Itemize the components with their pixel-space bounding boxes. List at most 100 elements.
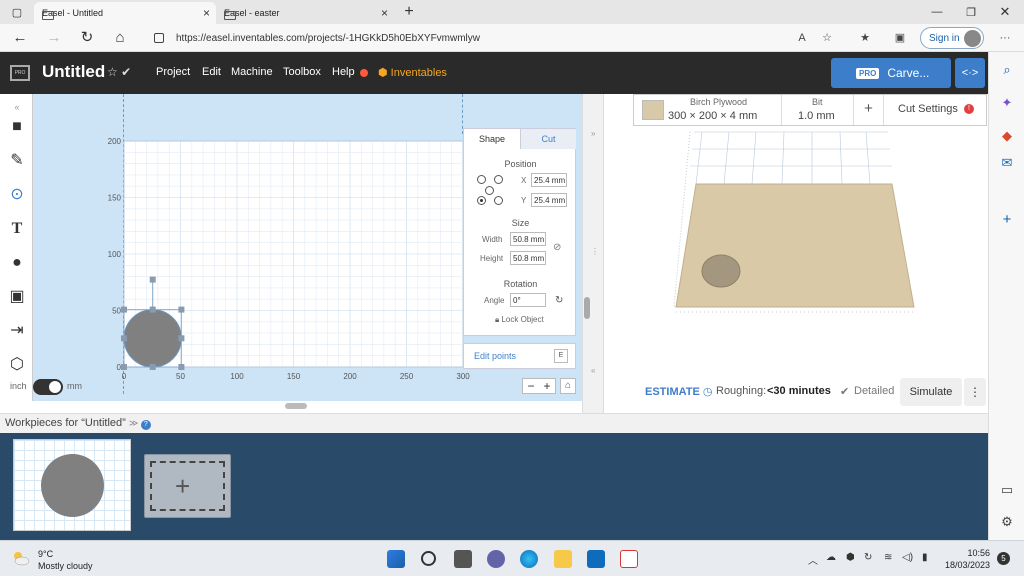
inventables-link[interactable]: ⬢ Inventables — [378, 66, 447, 79]
easel-logo[interactable]: PRO — [10, 65, 30, 81]
close-tab-icon[interactable]: × — [203, 6, 210, 20]
collections-icon[interactable]: ▣ — [893, 31, 907, 45]
vertical-scrollbar[interactable] — [584, 297, 590, 319]
edge-taskbar-icon[interactable] — [520, 550, 538, 568]
width-field[interactable] — [510, 232, 546, 246]
restore-button[interactable]: ❐ — [954, 0, 988, 24]
add-workpiece-button[interactable]: + — [144, 454, 231, 518]
favorite-star-icon[interactable]: ☆ ✔ — [107, 65, 131, 79]
mail-icon[interactable] — [587, 550, 605, 568]
search-taskbar-icon[interactable] — [421, 551, 436, 566]
lock-object-toggle[interactable]: 🔒︎ Lock Object — [495, 315, 544, 325]
anchor-radio-br[interactable] — [494, 196, 503, 205]
angle-field[interactable] — [510, 293, 546, 307]
anchor-radio-tl[interactable] — [477, 175, 486, 184]
x-position-field[interactable] — [531, 173, 567, 187]
expand-right-icon[interactable]: » — [591, 129, 595, 138]
fit-home-icon[interactable]: ⌂ — [560, 378, 576, 394]
menu-edit[interactable]: Edit — [202, 66, 221, 78]
expand-icon[interactable]: <·> — [955, 58, 985, 88]
anchor-radio-center[interactable] — [485, 186, 494, 195]
chevron-down-icon[interactable]: ≫ — [129, 418, 141, 428]
menu-help[interactable]: Help — [332, 66, 355, 78]
add-sidebar-icon[interactable]: + — [999, 212, 1015, 228]
resize-handle[interactable] — [121, 335, 127, 342]
more-menu-icon[interactable]: ··· — [998, 31, 1012, 45]
cut-settings-button[interactable]: Cut Settings ! — [884, 95, 988, 125]
link-proportions-icon[interactable]: ⊘ — [553, 242, 561, 253]
tab-shape[interactable]: Shape — [464, 129, 520, 149]
office-icon[interactable]: ◆ — [999, 128, 1015, 144]
resize-handle[interactable] — [121, 306, 127, 313]
sidebar-layout-icon[interactable]: ▭ — [999, 482, 1015, 498]
carve-button[interactable]: PRO Carve... — [831, 58, 951, 88]
new-tab-button[interactable]: + — [392, 0, 426, 24]
resize-handle[interactable] — [178, 306, 185, 313]
url-field[interactable]: https://easel.inventables.com/projects/-… — [144, 27, 844, 49]
file-explorer-icon[interactable] — [554, 550, 572, 568]
y-position-field[interactable] — [531, 193, 567, 207]
outlook-icon[interactable]: ✉ — [999, 155, 1015, 171]
notification-badge[interactable]: 5 — [997, 552, 1010, 565]
resize-handle[interactable] — [178, 335, 185, 342]
resize-handle[interactable] — [149, 306, 156, 313]
menu-toolbox[interactable]: Toolbox — [283, 66, 321, 78]
tab-actions-icon[interactable]: ▢ — [0, 0, 34, 24]
help-icon[interactable]: ? — [140, 420, 151, 430]
zoom-in-button[interactable]: + — [543, 379, 550, 393]
read-aloud-icon[interactable]: A — [795, 31, 809, 45]
start-icon[interactable] — [387, 550, 405, 568]
wifi-icon[interactable]: ≋ — [884, 552, 892, 563]
horizontal-scrollbar[interactable] — [285, 403, 307, 409]
forward-icon[interactable]: → — [44, 28, 64, 48]
onedrive-icon[interactable]: ☁ — [826, 552, 836, 563]
resize-handle[interactable] — [149, 364, 156, 370]
anchor-radio-bl[interactable] — [477, 196, 486, 205]
simulate-button[interactable]: Simulate — [900, 378, 962, 406]
search-icon[interactable]: ⌕ — [999, 62, 1015, 78]
security-icon[interactable]: ⬢ — [846, 552, 855, 563]
add-favorite-icon[interactable]: ☆ — [820, 31, 834, 45]
refresh-icon[interactable]: ↻ — [77, 28, 97, 48]
edit-points-button[interactable]: Edit points E — [463, 343, 576, 369]
back-icon[interactable]: ← — [10, 28, 30, 48]
bit-selector[interactable]: Bit 1.0 mm — [782, 95, 854, 125]
close-window-button[interactable]: ✕ — [988, 0, 1022, 24]
battery-icon[interactable]: ▮ — [922, 552, 928, 563]
material-selector[interactable]: Birch Plywood 300 × 200 × 4 mm — [634, 95, 782, 125]
chat-icon[interactable] — [487, 550, 505, 568]
snipping-tool-icon[interactable] — [620, 550, 638, 568]
estimate-label[interactable]: ESTIMATE ◷ — [645, 385, 712, 398]
task-view-icon[interactable] — [454, 550, 472, 568]
rotate-icon[interactable]: ↻ — [555, 295, 563, 306]
unit-toggle[interactable] — [33, 379, 63, 395]
sparkle-icon[interactable]: ✦ — [999, 95, 1015, 111]
menu-machine[interactable]: Machine — [231, 66, 273, 78]
collapse-left-icon[interactable]: « — [591, 366, 595, 375]
workpiece-thumbnail[interactable] — [13, 439, 131, 531]
anchor-radio-tr[interactable] — [494, 175, 503, 184]
circle-shape[interactable] — [123, 309, 182, 368]
settings-gear-icon[interactable]: ⚙ — [999, 514, 1015, 530]
tray-chevron-icon[interactable]: ︿ — [808, 552, 818, 567]
project-title[interactable]: Untitled — [42, 62, 105, 82]
minimize-button[interactable]: — — [920, 0, 954, 24]
zoom-out-button[interactable]: − — [527, 379, 534, 393]
favorites-icon[interactable]: ★ — [858, 31, 872, 45]
resize-handle[interactable] — [178, 364, 185, 370]
tab-cut[interactable]: Cut — [520, 129, 576, 149]
add-bit-button[interactable]: + — [854, 95, 884, 125]
browser-tab-easel-easter[interactable]: Easel - easter × — [216, 2, 394, 24]
panel-divider[interactable]: » ⋮ « — [582, 94, 604, 413]
weather-widget[interactable]: 9°C Mostly cloudy — [38, 548, 93, 572]
rotate-handle[interactable] — [149, 276, 156, 283]
close-tab-icon[interactable]: × — [381, 6, 388, 20]
menu-project[interactable]: Project — [156, 66, 190, 78]
drag-handle-icon[interactable]: ⋮ — [591, 247, 599, 256]
resize-handle[interactable] — [121, 364, 127, 370]
home-icon[interactable]: ⌂ — [110, 28, 130, 48]
sync-icon[interactable]: ↻ — [864, 552, 872, 563]
sign-in-button[interactable]: Sign in — [920, 27, 984, 49]
detailed-label[interactable]: Detailed — [854, 385, 894, 397]
more-options-icon[interactable]: ⋮ — [964, 378, 986, 406]
